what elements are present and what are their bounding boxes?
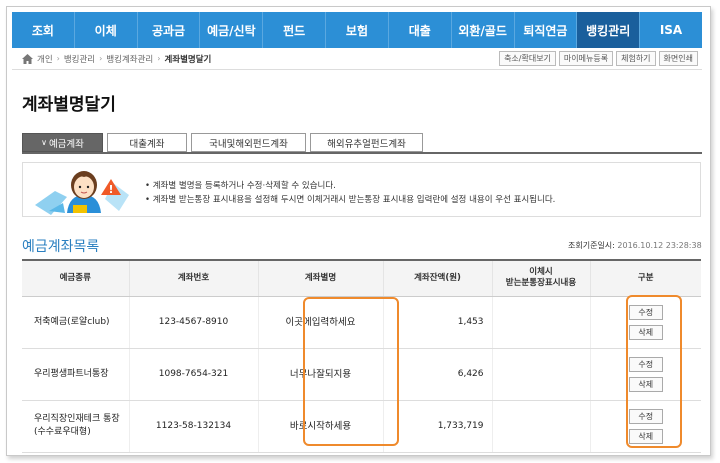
account-alias[interactable]: 바로시작하세용	[259, 420, 383, 433]
breadcrumb-item[interactable]: 뱅킹계좌관리	[106, 53, 153, 65]
info-note: • 계좌별 받는통장 표시내용을 설정해 두시면 이체거래시 받는통장 표시내용…	[145, 195, 556, 205]
account-type-tabs: ∨ 예금계좌 대출계좌 국내및해외펀드계좌 해외유추얼펀드계좌	[22, 133, 423, 152]
tab-offshore-fund-accounts[interactable]: 해외유추얼펀드계좌	[310, 133, 423, 152]
recipient-display-text	[491, 400, 590, 453]
page-title: 계좌별명달기	[22, 95, 116, 115]
delete-button[interactable]: 삭제	[628, 324, 663, 340]
section-title: 예금계좌목록	[22, 239, 100, 255]
inquiry-timestamp: 조회기준일시: 2016.10.12 23:28:38	[568, 240, 702, 251]
my-menu-button[interactable]: 마이메뉴등록	[558, 51, 614, 66]
nav-item-deposit-trust[interactable]: 예금/신탁	[200, 12, 264, 48]
breadcrumb-item[interactable]: 뱅킹관리	[64, 53, 95, 65]
info-note: • 계좌별 별명을 등록하거나 수정·삭제할 수 있습니다.	[145, 181, 336, 191]
account-balance: 6,426	[382, 348, 492, 401]
account-type: 저축예금(로얄club)	[22, 296, 129, 349]
edit-button[interactable]: 수정	[628, 408, 663, 424]
svg-text:!: !	[108, 183, 113, 196]
nav-item-loan[interactable]: 대출	[389, 12, 452, 48]
try-demo-button[interactable]: 체험하기	[616, 51, 656, 66]
recipient-display-text	[491, 296, 590, 349]
account-alias-cell: 너무나잘되지용	[257, 348, 383, 401]
table-row: 우리직장인재테크 통장 (수수료우대형) 1123-58-132134 바로시작…	[22, 400, 701, 453]
nav-item-banking-management[interactable]: 뱅킹관리	[577, 12, 641, 48]
delete-button[interactable]: 삭제	[628, 376, 663, 392]
help-character-illustration: !	[35, 171, 129, 215]
utility-buttons: 축소/확대보기 마이메뉴등록 체험하기 화면인쇄	[499, 51, 698, 66]
account-alias[interactable]: 이곳에입력하세요	[259, 316, 383, 329]
top-navigation: 조회 이체 공과금 예금/신탁 펀드 보험 대출 외환/골드 퇴직연금 뱅킹관리…	[12, 12, 702, 48]
nav-item-utility-bills[interactable]: 공과금	[138, 12, 201, 48]
edit-button[interactable]: 수정	[628, 304, 663, 320]
action-cell: 수정 삭제	[589, 348, 701, 401]
account-number: 123-4567-8910	[128, 296, 258, 349]
nav-item-fx-gold[interactable]: 외환/골드	[452, 12, 515, 48]
tab-divider	[22, 152, 702, 154]
tab-deposit-accounts[interactable]: ∨ 예금계좌	[22, 133, 103, 152]
account-alias-cell: 바로시작하세용	[257, 400, 383, 453]
column-header: 계좌잔액(원)	[382, 260, 492, 297]
info-box: ! • 계좌별 별명을 등록하거나 수정·삭제할 수 있습니다. • 계좌별 받…	[22, 162, 701, 217]
nav-item-isa[interactable]: ISA	[640, 12, 702, 48]
nav-item-insurance[interactable]: 보험	[326, 12, 389, 48]
account-balance: 1,453	[382, 296, 492, 349]
table-row: 우리평생파트너통장 1098-7654-321 너무나잘되지용 6,426 수정…	[22, 348, 701, 401]
chevron-right-icon: ›	[99, 54, 103, 63]
account-type: 우리직장인재테크 통장 (수수료우대형)	[22, 400, 129, 453]
account-alias[interactable]: 너무나잘되지용	[259, 368, 383, 381]
info-notes: • 계좌별 별명을 등록하거나 수정·삭제할 수 있습니다. • 계좌별 받는통…	[145, 179, 555, 207]
account-number: 1123-58-132134	[128, 400, 258, 453]
column-header: 이체시 받는분통장표시내용	[491, 260, 590, 297]
table-row: 저축예금(로얄club) 123-4567-8910 이곳에입력하세요 1,45…	[22, 296, 701, 349]
chevron-down-icon: ∨	[41, 138, 47, 147]
delete-button[interactable]: 삭제	[628, 428, 663, 444]
column-header: 계좌별명	[257, 260, 383, 297]
chevron-right-icon: ›	[157, 54, 161, 63]
account-alias-cell: 이곳에입력하세요	[257, 296, 383, 349]
breadcrumb-item[interactable]: 개인	[37, 53, 53, 65]
print-button[interactable]: 화면인쇄	[658, 51, 698, 66]
action-cell: 수정 삭제	[589, 296, 701, 349]
home-icon[interactable]	[22, 53, 33, 64]
column-header: 예금종류	[22, 260, 129, 297]
recipient-display-text	[491, 348, 590, 401]
column-header: 계좌번호	[128, 260, 258, 297]
chevron-right-icon: ›	[56, 54, 60, 63]
breadcrumb-current: 계좌별명달기	[164, 54, 212, 65]
account-balance: 1,733,719	[382, 400, 492, 453]
edit-button[interactable]: 수정	[628, 356, 663, 372]
account-table: 예금종류 계좌번호 계좌별명 계좌잔액(원) 이체시 받는분통장표시내용 구분 …	[22, 259, 701, 453]
column-header: 구분	[589, 260, 701, 297]
inquiry-timestamp-label: 조회기준일시:	[568, 241, 615, 250]
inquiry-timestamp-value: 2016.10.12 23:28:38	[617, 241, 702, 250]
nav-item-fund[interactable]: 펀드	[263, 12, 327, 48]
tab-label: 예금계좌	[48, 138, 84, 150]
account-type: 우리평생파트너통장	[22, 348, 129, 401]
table-header-row: 예금종류 계좌번호 계좌별명 계좌잔액(원) 이체시 받는분통장표시내용 구분	[22, 260, 701, 297]
nav-item-transfer[interactable]: 이체	[75, 12, 138, 48]
zoom-button[interactable]: 축소/확대보기	[499, 51, 556, 66]
account-number: 1098-7654-321	[128, 348, 258, 401]
action-cell: 수정 삭제	[589, 400, 701, 453]
nav-item-pension[interactable]: 퇴직연금	[515, 12, 578, 48]
tab-fund-accounts[interactable]: 국내및해외펀드계좌	[191, 133, 306, 152]
tab-loan-accounts[interactable]: 대출계좌	[107, 133, 187, 152]
breadcrumb: 개인 › 뱅킹관리 › 뱅킹계좌관리 › 계좌별명달기 축소/확대보기 마이메뉴…	[12, 48, 702, 70]
nav-item-inquiry[interactable]: 조회	[12, 12, 75, 48]
